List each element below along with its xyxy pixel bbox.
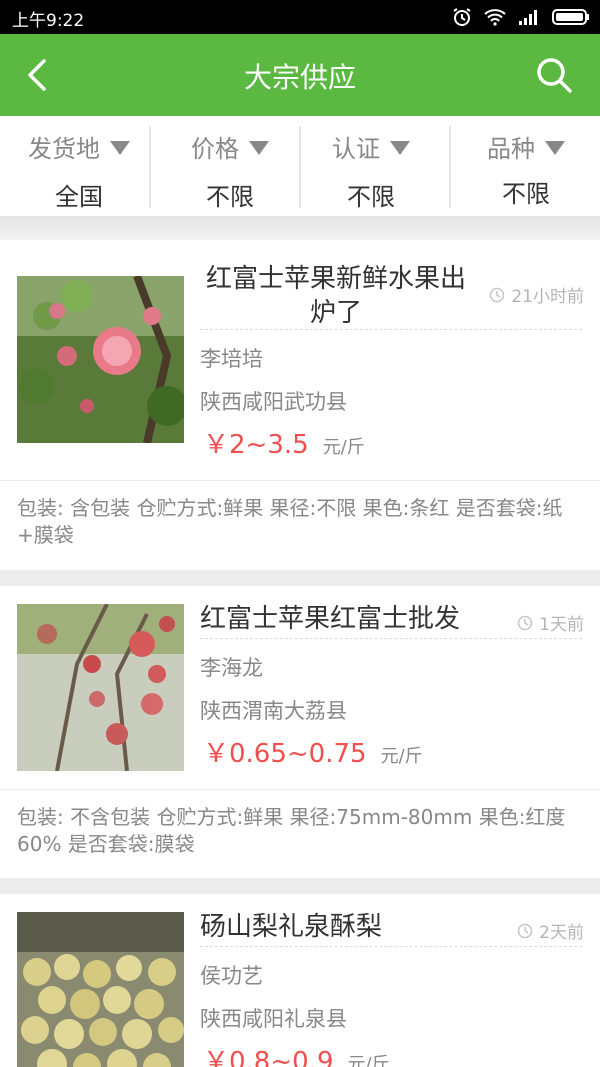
product-image	[17, 912, 184, 1067]
seller-location: 陕西咸阳礼泉县	[200, 1007, 347, 1031]
filter-variety-value: 不限	[502, 180, 550, 208]
filter-origin-label: 发货地	[4, 129, 154, 164]
price-unit: 元/斤	[380, 746, 423, 767]
listing-time: 21小时前	[489, 282, 584, 307]
seller-name: 侯功艺	[200, 964, 263, 988]
listing-card[interactable]: 红富士苹果红富士批发 1天前 李海龙 陕西渭南大荔县 ￥0.65~0.75 元/斤…	[0, 586, 600, 878]
dropdown-caret-icon	[390, 141, 410, 155]
filter-origin-value: 全国	[55, 183, 103, 211]
seller-location: 陕西咸阳武功县	[200, 390, 347, 414]
listing-time: 1天前	[517, 610, 584, 635]
price-unit: 元/斤	[322, 437, 365, 458]
filter-variety[interactable]: 品种 不限	[451, 116, 600, 216]
dropdown-caret-icon	[545, 141, 565, 155]
divider	[200, 329, 582, 330]
filter-certification-label: 认证	[296, 129, 446, 164]
clock-icon	[490, 287, 505, 302]
divider-strip	[0, 216, 600, 240]
price: ￥0.8~0.9 元/斤	[203, 1041, 390, 1067]
dropdown-caret-icon	[249, 141, 269, 155]
filter-certification[interactable]: 认证 不限	[296, 116, 446, 216]
divider	[0, 570, 600, 586]
battery-icon	[552, 9, 589, 25]
divider	[0, 878, 600, 894]
filter-certification-value: 不限	[347, 183, 395, 211]
clock-icon	[517, 615, 533, 630]
status-icons	[452, 6, 590, 28]
seller-name: 李培培	[200, 347, 263, 371]
clock-icon	[517, 923, 533, 938]
filter-variety-label: 品种	[451, 129, 600, 164]
wifi-icon	[484, 9, 506, 26]
divider	[200, 946, 582, 947]
listing-title: 红富士苹果新鲜水果出炉了	[205, 264, 466, 328]
dropdown-caret-icon	[110, 141, 130, 155]
nav-bar: 大宗供应	[0, 34, 600, 116]
page-title: 大宗供应	[243, 61, 356, 94]
alarm-icon	[453, 8, 471, 26]
search-icon[interactable]	[534, 55, 574, 95]
divider	[0, 789, 600, 790]
divider	[0, 480, 600, 481]
listing-time: 2天前	[517, 918, 584, 943]
status-bar: 上午9:22	[0, 0, 600, 34]
filter-bar: 发货地 全国 价格 不限 认证 不限 品种 不限	[0, 116, 600, 216]
seller-name: 李海龙	[200, 656, 263, 680]
filter-price-value: 不限	[206, 183, 254, 211]
price: ￥2~3.5 元/斤	[203, 430, 365, 460]
seller-location: 陕西渭南大荔县	[200, 699, 347, 723]
divider	[149, 126, 151, 208]
product-image	[17, 276, 184, 443]
listing-specs: 包装: 不含包装 仓贮方式:鲜果 果径:75mm-80mm 果色:红度60% 是…	[17, 805, 566, 856]
listing-card[interactable]: 红富士苹果新鲜水果出炉了 21小时前 李培培 陕西咸阳武功县 ￥2~3.5 元/斤…	[0, 240, 600, 570]
signal-icon	[519, 10, 537, 25]
product-image	[17, 604, 184, 771]
listing-title: 红富士苹果红富士批发	[200, 604, 461, 634]
divider	[200, 638, 582, 639]
filter-price[interactable]: 价格 不限	[155, 116, 305, 216]
listing-specs: 包装: 含包装 仓贮方式:鲜果 果径:不限 果色:条红 是否套袋:纸+膜袋	[17, 496, 563, 547]
filter-origin[interactable]: 发货地 全国	[4, 116, 154, 216]
price: ￥0.65~0.75 元/斤	[203, 739, 423, 769]
price-unit: 元/斤	[347, 1054, 390, 1067]
filter-price-label: 价格	[155, 129, 305, 164]
listing-card[interactable]: 砀山梨礼泉酥梨 2天前 侯功艺 陕西咸阳礼泉县 ￥0.8~0.9 元/斤	[0, 894, 600, 1067]
status-time: 上午9:22	[12, 11, 85, 31]
listing-title: 砀山梨礼泉酥梨	[200, 912, 383, 942]
